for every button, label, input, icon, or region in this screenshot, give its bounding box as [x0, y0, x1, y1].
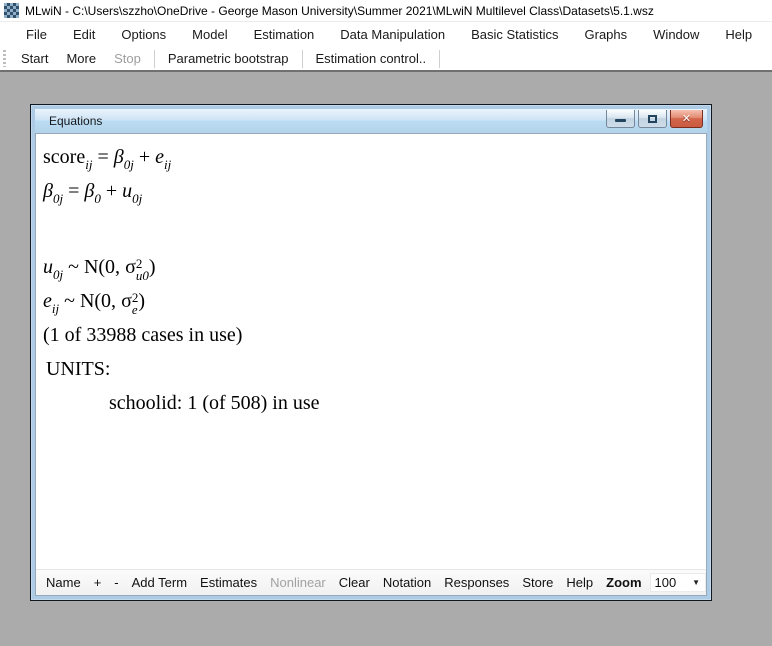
eq-text: u — [43, 256, 53, 278]
help-button[interactable]: Help — [566, 575, 593, 590]
eq-text: ~ N(0, — [63, 256, 125, 278]
main-titlebar[interactable]: MLwiN - C:\Users\szzho\OneDrive - George… — [0, 0, 772, 22]
equations-bottom-toolbar: Name + - Add Term Estimates Nonlinear Cl… — [36, 569, 706, 595]
notation-button[interactable]: Notation — [383, 575, 431, 590]
minimize-button[interactable] — [606, 110, 635, 128]
eq-subscript: 0j — [132, 191, 142, 206]
name-button[interactable]: Name — [46, 575, 81, 590]
eq-subscript: 0j — [53, 191, 63, 206]
eq-text: ~ N(0, — [59, 290, 121, 312]
toolbar-separator — [154, 50, 155, 68]
equations-body: scoreij = β0j + eijβ0j = β0 + u0ju0j ~ N… — [36, 134, 706, 569]
nonlinear-button: Nonlinear — [270, 575, 326, 590]
start-button[interactable]: Start — [12, 48, 57, 69]
eq-text: σ — [125, 256, 136, 278]
eq-subscript: 0j — [124, 157, 134, 172]
menu-item-options[interactable]: Options — [108, 23, 179, 46]
eq-text: e — [43, 290, 52, 312]
eq-text: β — [84, 180, 94, 202]
zoom-value: 100 — [655, 575, 677, 590]
menu-item-graphs[interactable]: Graphs — [572, 23, 641, 46]
eq-level1-model[interactable]: scoreij = β0j + eij — [36, 140, 706, 174]
eq-text: ) — [138, 290, 145, 312]
menu-bar: File Edit Options Model Estimation Data … — [0, 22, 772, 47]
add-term-button[interactable]: Add Term — [132, 575, 187, 590]
eq-supsub: 2u0 — [136, 258, 149, 282]
eq-u-distribution[interactable]: u0j ~ N(0, σ2u0) — [36, 250, 706, 284]
estimates-button[interactable]: Estimates — [200, 575, 257, 590]
restore-button[interactable] — [638, 110, 667, 128]
toolbar-separator — [302, 50, 303, 68]
close-icon: ✕ — [682, 113, 691, 124]
eq-text: = — [63, 180, 84, 202]
parametric-bootstrap-button[interactable]: Parametric bootstrap — [159, 48, 298, 69]
restore-icon — [648, 115, 657, 123]
clear-button[interactable]: Clear — [339, 575, 370, 590]
zoom-dropdown[interactable]: 100 ▼ — [650, 573, 706, 592]
window-title: MLwiN - C:\Users\szzho\OneDrive - George… — [25, 4, 654, 18]
more-button[interactable]: More — [57, 48, 105, 69]
equations-window: Equations ✕ scoreij = β0j + eijβ0j = β0 … — [30, 104, 712, 601]
mlwin-app-icon — [4, 3, 19, 18]
stop-button: Stop — [105, 48, 150, 69]
menu-item-model[interactable]: Model — [179, 23, 240, 46]
eq-text: UNITS: — [46, 358, 110, 380]
store-button[interactable]: Store — [522, 575, 553, 590]
eq-text: ) — [149, 256, 156, 278]
units-schoolid[interactable]: schoolid: 1 (of 508) in use — [36, 386, 706, 420]
menu-item-edit[interactable]: Edit — [60, 23, 108, 46]
menu-item-file[interactable]: File — [13, 23, 60, 46]
eq-text: = — [92, 146, 113, 168]
mdi-workspace: Equations ✕ scoreij = β0j + eijβ0j = β0 … — [0, 72, 772, 646]
mlwin-application-window: MLwiN - C:\Users\szzho\OneDrive - George… — [0, 0, 772, 646]
units-label[interactable]: UNITS: — [36, 352, 706, 386]
eq-text: (1 of 33988 cases in use) — [43, 324, 242, 346]
eq-subscript: 0j — [53, 267, 63, 282]
toolbar-grip[interactable] — [3, 50, 6, 67]
equations-titlebar[interactable]: Equations ✕ — [35, 109, 707, 133]
eq-e-distribution[interactable]: eij ~ N(0, σ2e) — [36, 284, 706, 318]
zoom-label: Zoom — [606, 575, 641, 590]
eq-text: σ — [121, 290, 132, 312]
cases-in-use[interactable]: (1 of 33988 cases in use) — [36, 318, 706, 352]
menu-item-estimation[interactable]: Estimation — [241, 23, 328, 46]
eq-subscript: ij — [164, 157, 171, 172]
equations-window-title: Equations — [35, 114, 102, 128]
eq-text: e — [155, 146, 164, 168]
responses-button[interactable]: Responses — [444, 575, 509, 590]
eq-text: score — [43, 146, 85, 168]
close-button[interactable]: ✕ — [670, 110, 703, 128]
remove-level-button[interactable]: - — [114, 575, 118, 590]
eq-text: schoolid: 1 (of 508) in use — [109, 392, 320, 414]
equations-client-area: scoreij = β0j + eijβ0j = β0 + u0ju0j ~ N… — [35, 133, 707, 596]
eq-text: + — [101, 180, 122, 202]
chevron-down-icon: ▼ — [692, 579, 700, 587]
add-level-button[interactable]: + — [94, 575, 102, 590]
window-controls: ✕ — [603, 110, 703, 128]
menu-item-data-manipulation[interactable]: Data Manipulation — [327, 23, 458, 46]
minimize-icon — [615, 119, 626, 122]
estimation-toolbar: Start More Stop Parametric bootstrap Est… — [0, 47, 772, 72]
eq-text: + — [134, 146, 155, 168]
toolbar-separator — [439, 50, 440, 68]
menu-item-help[interactable]: Help — [712, 23, 765, 46]
menu-item-window[interactable]: Window — [640, 23, 712, 46]
menu-item-basic-statistics[interactable]: Basic Statistics — [458, 23, 571, 46]
eq-text: u — [122, 180, 132, 202]
eq-text: β — [43, 180, 53, 202]
estimation-control-button[interactable]: Estimation control.. — [307, 48, 436, 69]
eq-text: β — [114, 146, 124, 168]
eq-level2-model[interactable]: β0j = β0 + u0j — [36, 174, 706, 208]
equation-spacer — [36, 208, 706, 250]
